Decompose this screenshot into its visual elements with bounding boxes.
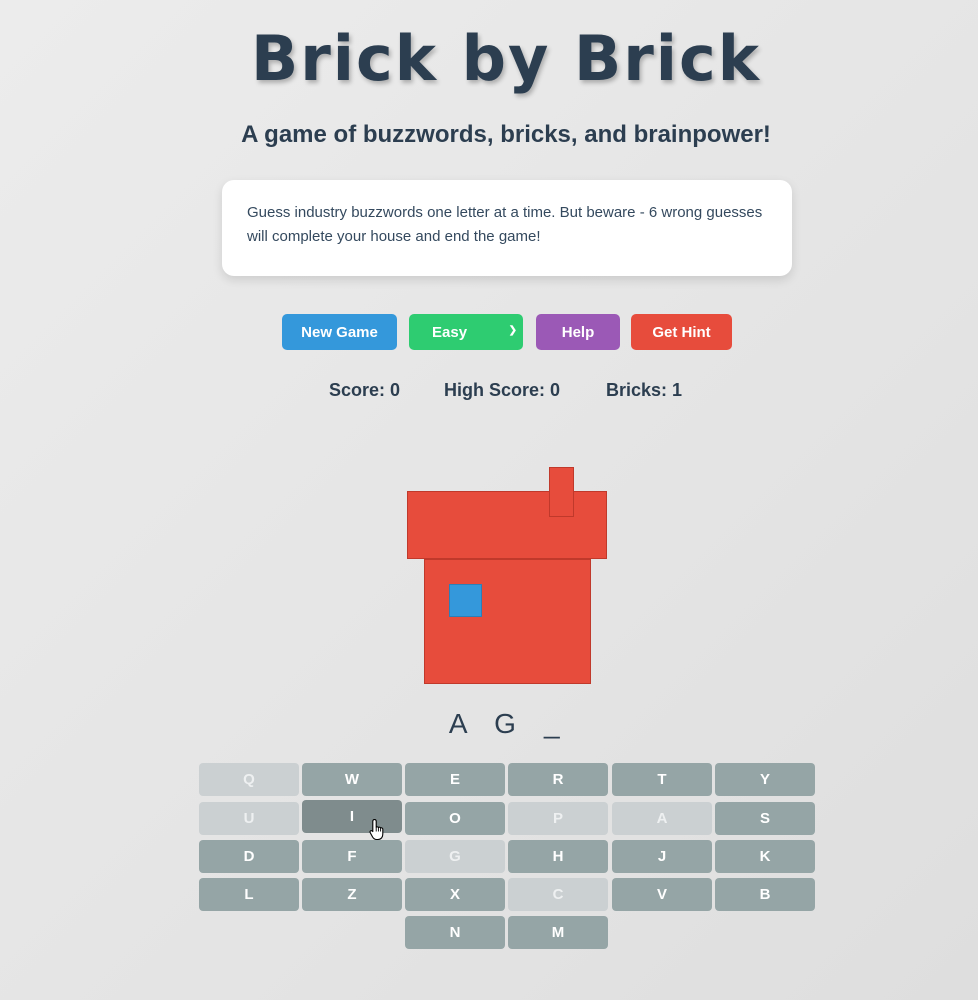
key-x[interactable]: X (405, 878, 505, 911)
key-s[interactable]: S (715, 802, 815, 835)
key-g[interactable]: G (405, 840, 505, 873)
key-w[interactable]: W (302, 763, 402, 796)
key-e[interactable]: E (405, 763, 505, 796)
letter-keyboard: Q W E R T Y U I O P A S D F G H J K L Z … (0, 0, 978, 1000)
key-d[interactable]: D (199, 840, 299, 873)
key-o[interactable]: O (405, 802, 505, 835)
key-l[interactable]: L (199, 878, 299, 911)
key-a[interactable]: A (612, 802, 712, 835)
key-n[interactable]: N (405, 916, 505, 949)
key-k[interactable]: K (715, 840, 815, 873)
key-r[interactable]: R (508, 763, 608, 796)
key-u[interactable]: U (199, 802, 299, 835)
key-z[interactable]: Z (302, 878, 402, 911)
key-y[interactable]: Y (715, 763, 815, 796)
key-q[interactable]: Q (199, 763, 299, 796)
key-f[interactable]: F (302, 840, 402, 873)
key-i[interactable]: I (302, 800, 402, 833)
key-m[interactable]: M (508, 916, 608, 949)
key-h[interactable]: H (508, 840, 608, 873)
key-p[interactable]: P (508, 802, 608, 835)
key-c[interactable]: C (508, 878, 608, 911)
key-v[interactable]: V (612, 878, 712, 911)
key-j[interactable]: J (612, 840, 712, 873)
key-t[interactable]: T (612, 763, 712, 796)
key-b[interactable]: B (715, 878, 815, 911)
